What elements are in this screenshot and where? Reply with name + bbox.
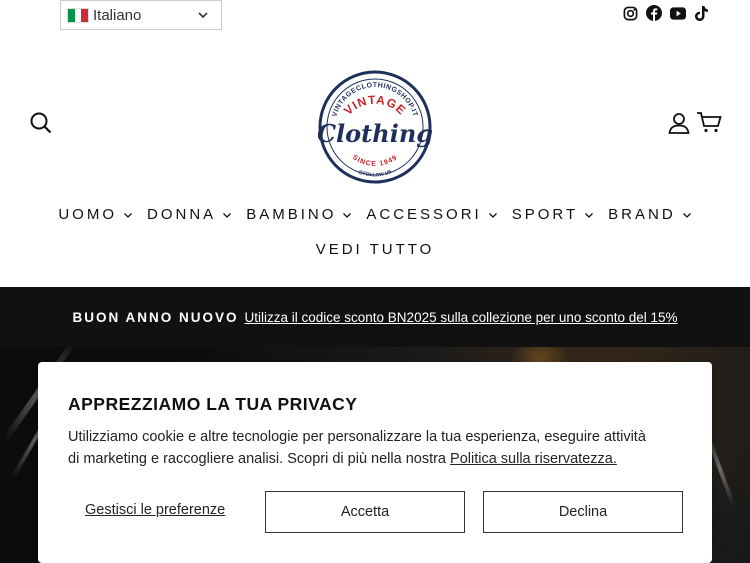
chevron-down-icon [223, 212, 232, 218]
logo-main-text: Clothing [318, 119, 432, 148]
chevron-down-icon [343, 212, 352, 218]
language-selector[interactable]: Italiano [60, 0, 222, 30]
promo-link[interactable]: Utilizza il codice sconto BN2025 sulla c… [245, 310, 678, 325]
nav-item-label: ACCESSORI [366, 206, 482, 223]
promo-title: BUON ANNO NUOVO [72, 309, 239, 325]
facebook-icon[interactable] [646, 5, 662, 21]
chevron-down-icon [585, 212, 594, 218]
chevron-down-icon [198, 12, 208, 19]
youtube-icon[interactable] [670, 5, 686, 21]
cart-icon[interactable] [696, 111, 722, 133]
top-bar: Italiano [0, 0, 750, 30]
nav-item-label: BAMBINO [246, 206, 337, 223]
cookie-text-line2: di marketing e raccogliere analisi. Scop… [68, 451, 451, 467]
chevron-down-icon [682, 212, 691, 218]
chevron-down-icon [488, 212, 497, 218]
nav-item-accessori[interactable]: ACCESSORI [366, 206, 497, 223]
cookie-title: APPREZZIAMO LA TUA PRIVACY [68, 394, 358, 414]
instagram-icon[interactable] [622, 5, 638, 21]
nav-item-label: VEDI TUTTO [315, 241, 435, 258]
privacy-policy-link[interactable]: Politica sulla riservatezza. [450, 451, 617, 467]
nav-item-sport[interactable]: SPORT [512, 206, 594, 223]
brand-logo[interactable]: VINTAGECLOTHINGSHOP.IT VINTAGE Clothing … [318, 70, 432, 184]
search-icon[interactable] [30, 112, 52, 134]
nav-item-brand[interactable]: BRAND [608, 206, 692, 223]
main-navigation: UOMO DONNA BAMBINO ACCESSORI SPORT BRAND [0, 206, 750, 223]
tiktok-icon[interactable] [694, 5, 710, 21]
site-header: VINTAGECLOTHINGSHOP.IT VINTAGE Clothing … [0, 30, 750, 287]
cookie-description: Utilizziamo cookie e altre tecnologie pe… [68, 426, 688, 470]
cookie-text-line1: Utilizziamo cookie e altre tecnologie pe… [68, 429, 646, 445]
nav-item-label: SPORT [511, 206, 579, 223]
nav-item-bambino[interactable]: BAMBINO [246, 206, 352, 223]
promo-banner: BUON ANNO NUOVO Utilizza il codice scont… [0, 287, 750, 347]
chevron-down-icon [124, 212, 132, 218]
account-icon[interactable] [668, 112, 690, 134]
cookie-consent-dialog: APPREZZIAMO LA TUA PRIVACY Utilizziamo c… [38, 362, 712, 563]
nav-item-label: BRAND [608, 206, 676, 223]
nav-item-uomo[interactable]: UOMO [58, 206, 133, 223]
italy-flag-icon [67, 7, 89, 23]
accept-button[interactable]: Accetta [265, 491, 465, 533]
manage-preferences-link[interactable]: Gestisci le preferenze [85, 502, 225, 518]
nav-item-donna[interactable]: DONNA [147, 206, 232, 223]
nav-item-vedi-tutto[interactable]: VEDI TUTTO [0, 241, 750, 258]
nav-item-label: UOMO [58, 206, 118, 223]
language-label: Italiano [93, 6, 142, 24]
decline-button[interactable]: Declina [483, 491, 683, 533]
social-links [622, 5, 710, 21]
nav-item-label: DONNA [147, 206, 217, 223]
